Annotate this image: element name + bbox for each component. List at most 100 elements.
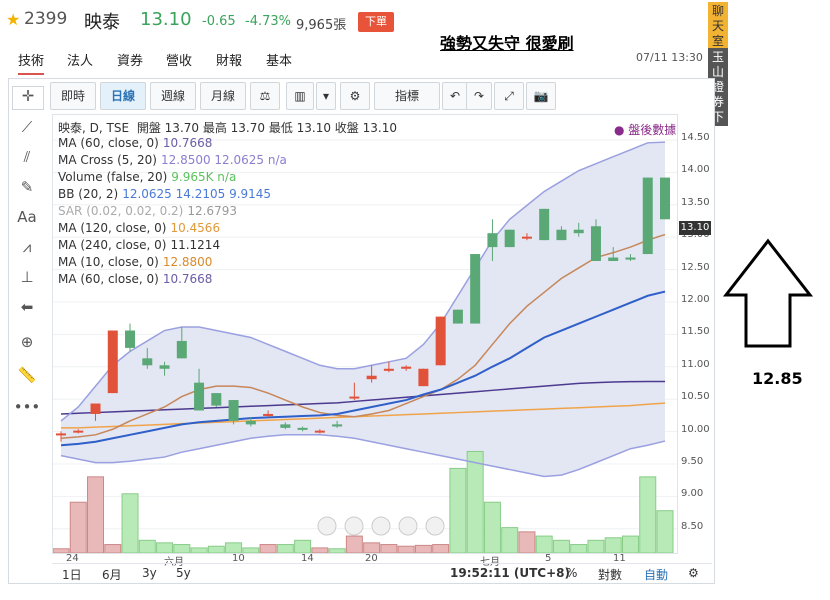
tab-financials[interactable]: 財報 — [216, 50, 242, 69]
annotation-title: 強勢又失守 很愛刷 — [440, 34, 574, 53]
log-toggle[interactable]: 對數 — [598, 566, 622, 583]
volume-bar — [432, 544, 450, 554]
text-icon[interactable]: Aa — [12, 208, 42, 226]
y-tick-label: 11.00 — [681, 358, 710, 370]
volume-bar — [380, 544, 398, 554]
y-tick-label: 9.00 — [681, 488, 704, 500]
scale-icon[interactable]: ⚖ — [250, 82, 280, 110]
volume-bar — [138, 539, 156, 554]
tab-institutional[interactable]: 法人 — [67, 50, 93, 69]
legend-ma120: MA (120, close, 0) 10.4566 — [58, 221, 220, 235]
y-tick-label: 9.50 — [681, 456, 704, 467]
candle-body — [487, 233, 498, 248]
gear-icon[interactable]: ⚙ — [340, 82, 370, 110]
legend-macross: MA Cross (5, 20) 12.8500 12.0625 n/a — [58, 153, 287, 167]
legend-label: MA (60, close, 0) — [58, 272, 159, 286]
order-button[interactable]: 下單 — [358, 12, 394, 32]
stock-change: -0.65 — [202, 14, 236, 29]
weekly-button[interactable]: 週線 — [150, 82, 196, 110]
range-6m[interactable]: 6月 — [102, 566, 122, 583]
zoom-control — [425, 516, 445, 536]
volume-bar — [156, 542, 174, 554]
brush-icon[interactable]: ✎ — [12, 178, 42, 196]
fib-icon[interactable]: ⫽ — [12, 148, 42, 166]
chevron-down-icon[interactable]: ▾ — [316, 82, 336, 110]
star-icon[interactable]: ★ — [6, 10, 20, 29]
legend-values: 11.1214 — [170, 238, 221, 252]
candle-body — [349, 396, 360, 399]
after-hours-link[interactable]: ● 盤後數據 — [614, 121, 676, 138]
after-hours-label: 盤後數據 — [628, 123, 677, 137]
y-tick-label: 12.50 — [681, 261, 710, 273]
legend-label: MA (120, close, 0) — [58, 221, 167, 235]
volume-bar — [639, 476, 657, 554]
range-3y[interactable]: 3y — [142, 566, 157, 580]
crosshair-icon[interactable]: ✛ — [12, 86, 44, 110]
y-tick-label: 13.50 — [681, 196, 710, 208]
volume-bar — [363, 542, 381, 554]
volume-bar — [225, 542, 243, 554]
indicators-button[interactable]: 指標 — [374, 82, 440, 110]
candle-body — [573, 229, 584, 234]
candle-body — [401, 366, 412, 369]
redo-icon[interactable]: ↷ — [466, 82, 492, 110]
volume-bar — [276, 544, 294, 554]
annotation-value: 12.85 — [752, 369, 803, 388]
candle-body — [504, 229, 515, 248]
gear-icon[interactable]: ⚙ — [688, 566, 699, 580]
legend-values: 10.4566 — [170, 221, 221, 235]
y-tick-label: 14.00 — [681, 164, 710, 176]
fullscreen-icon[interactable]: ⤢ — [494, 82, 524, 110]
y-tick-label: 14.50 — [681, 132, 710, 143]
tab-basic[interactable]: 基本 — [266, 50, 292, 69]
realtime-button[interactable]: 即時 — [50, 82, 96, 110]
volume-bar — [311, 547, 329, 554]
volume-bar — [242, 547, 260, 554]
candle-body — [435, 316, 446, 366]
candle-body — [418, 368, 429, 387]
legend-bb: BB (20, 2) 12.0625 14.2105 9.9145 — [58, 187, 271, 201]
volume-bar — [552, 539, 570, 554]
volume-bar — [501, 527, 519, 554]
volume-bar — [414, 544, 432, 554]
price-tag: 13.10 — [679, 221, 711, 235]
ruler-icon[interactable]: 📏 — [12, 366, 42, 384]
candle-body — [56, 433, 66, 436]
pattern-icon[interactable]: ⩘ — [12, 238, 42, 256]
candle-body — [245, 420, 256, 425]
measure-icon[interactable]: ⊥ — [12, 268, 42, 286]
range-5y[interactable]: 5y — [176, 566, 191, 580]
zoom-control — [317, 516, 337, 536]
candle-body — [470, 254, 481, 324]
camera-icon[interactable]: 📷 — [526, 82, 556, 110]
monthly-button[interactable]: 月線 — [200, 82, 246, 110]
zoom-icon[interactable]: ⊕ — [12, 333, 42, 351]
tab-technical[interactable]: 技術 — [18, 50, 45, 75]
zoom-control — [371, 516, 391, 536]
chat-room-button[interactable]: 聊天室 — [708, 2, 728, 48]
volume-bar — [604, 537, 622, 554]
datetime: 07/11 13:30 — [636, 51, 703, 64]
legend-ma10: MA (10, close, 0) 12.8800 — [58, 255, 212, 269]
volume-bar — [449, 467, 467, 554]
y-tick-label: 10.00 — [681, 423, 710, 435]
more-icon[interactable]: ••• — [12, 398, 42, 416]
candle-body — [452, 309, 463, 324]
arrow-left-icon[interactable]: ⬅ — [12, 298, 42, 316]
volume-bar — [104, 544, 122, 554]
candle-type-icon[interactable]: ▥ — [286, 82, 314, 110]
auto-toggle[interactable]: 自動 — [644, 566, 668, 583]
volume-bar — [259, 544, 277, 554]
percent-toggle[interactable]: % — [566, 566, 577, 580]
candle-body — [590, 226, 601, 261]
range-1d[interactable]: 1日 — [62, 566, 82, 583]
volume-bar — [656, 510, 674, 554]
legend-label: MA (10, close, 0) — [58, 255, 159, 269]
candle-body — [625, 257, 636, 260]
volume-bar — [294, 539, 312, 554]
daily-button[interactable]: 日線 — [100, 82, 146, 110]
tab-margin[interactable]: 資券 — [117, 50, 143, 69]
undo-icon[interactable]: ↶ — [442, 82, 468, 110]
trendline-icon[interactable]: ⟋ — [12, 118, 42, 136]
tab-revenue[interactable]: 營收 — [166, 50, 192, 69]
